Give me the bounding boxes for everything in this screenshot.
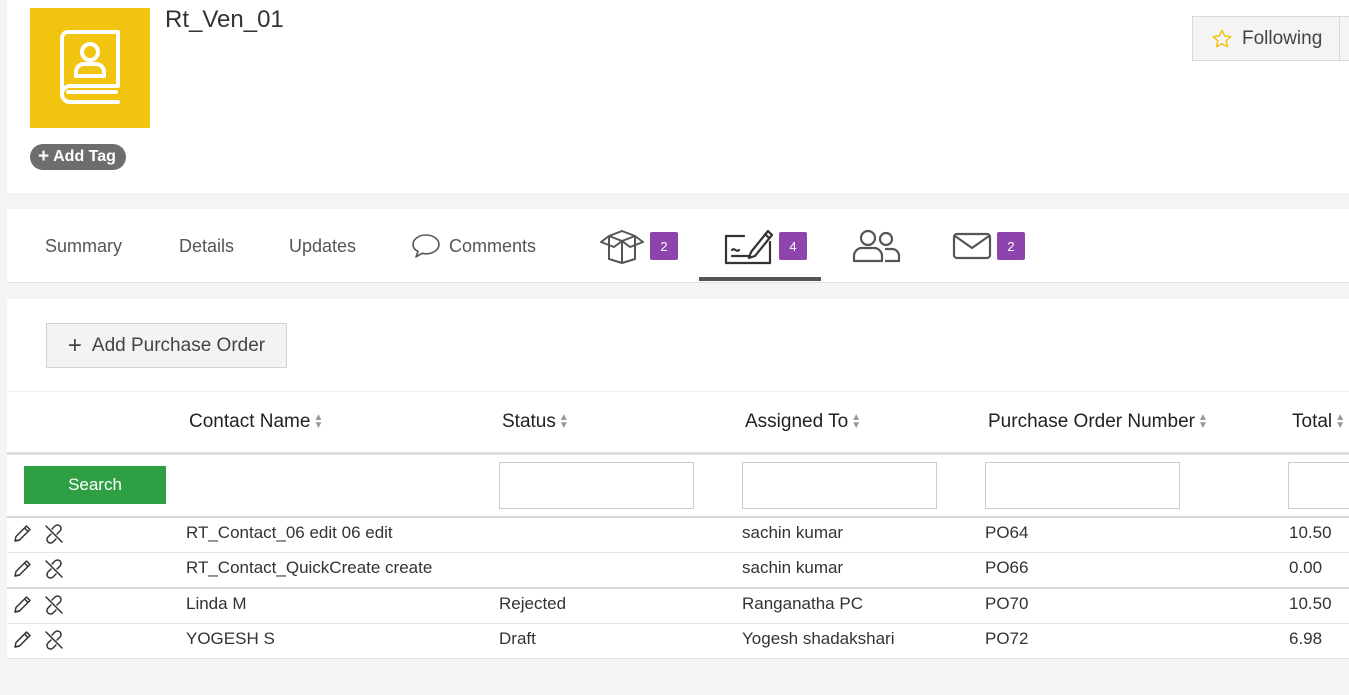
total-cell: 6.98 bbox=[1289, 629, 1323, 648]
po-number-cell: PO72 bbox=[985, 629, 1029, 648]
add-purchase-order-button[interactable]: + Add Purchase Order bbox=[46, 323, 287, 368]
following-button[interactable]: Following bbox=[1192, 16, 1342, 61]
tab-emails[interactable]: 2 bbox=[952, 209, 1025, 283]
sort-icon[interactable]: ▲ ▼ bbox=[558, 413, 570, 431]
tab-contacts[interactable] bbox=[852, 209, 902, 283]
row-divider bbox=[7, 587, 1349, 589]
edit-pencil-icon[interactable] bbox=[11, 629, 33, 651]
open-box-icon bbox=[600, 230, 644, 264]
sort-icon[interactable]: ▲ ▼ bbox=[1334, 413, 1346, 431]
assigned-to-cell: sachin kumar bbox=[742, 523, 844, 542]
more-actions-button[interactable] bbox=[1339, 16, 1349, 61]
related-tabs: Summary Details Updates Comments 2 4 2 bbox=[7, 209, 1349, 283]
column-header-label: Status bbox=[502, 411, 556, 432]
search-button[interactable]: Search bbox=[24, 466, 166, 504]
column-header-label: Purchase Order Number bbox=[988, 411, 1195, 432]
assigned-to-filter-input[interactable] bbox=[742, 462, 937, 509]
tab-comments-label: Comments bbox=[449, 235, 537, 256]
tab-purchase-orders[interactable]: 4 bbox=[724, 209, 807, 283]
sort-icon[interactable]: ▲ ▼ bbox=[1197, 413, 1209, 431]
tab-details[interactable]: Details bbox=[179, 209, 234, 283]
column-header-assigned-to[interactable]: Assigned To ▲ ▼ bbox=[745, 411, 862, 433]
assigned-to-cell: Yogesh shadakshari bbox=[742, 629, 895, 648]
purchase-orders-panel: + Add Purchase Order Contact Name ▲ ▼ Sta… bbox=[7, 299, 1349, 659]
status-filter-input[interactable] bbox=[499, 462, 694, 509]
tab-summary-label: Summary bbox=[45, 235, 123, 256]
plus-icon: + bbox=[67, 331, 82, 359]
comment-bubble-icon bbox=[412, 234, 440, 258]
unlink-icon[interactable] bbox=[43, 629, 65, 651]
column-header-po-number[interactable]: Purchase Order Number ▲ ▼ bbox=[988, 411, 1209, 433]
po-number-filter-input[interactable] bbox=[985, 462, 1180, 509]
assigned-to-cell: Ranganatha PC bbox=[742, 594, 863, 613]
column-header-label: Assigned To bbox=[745, 411, 849, 432]
po-number-cell: PO70 bbox=[985, 594, 1029, 613]
unlink-icon[interactable] bbox=[43, 523, 65, 545]
products-count-badge: 2 bbox=[650, 232, 678, 260]
record-header: Rt_Ven_01 + Add Tag Following bbox=[7, 0, 1349, 193]
contact-book-icon bbox=[30, 8, 150, 128]
contact-name-cell: RT_Contact_QuickCreate create bbox=[186, 558, 433, 577]
column-header-total[interactable]: Total ▲ ▼ bbox=[1292, 411, 1346, 433]
total-cell: 10.50 bbox=[1289, 594, 1332, 613]
po-number-cell: PO66 bbox=[985, 558, 1029, 577]
header-divider bbox=[7, 452, 1349, 455]
add-tag-button[interactable]: + Add Tag bbox=[30, 144, 126, 170]
purchase-orders-count-badge: 4 bbox=[779, 232, 807, 260]
tab-products[interactable]: 2 bbox=[599, 209, 678, 283]
edit-pencil-icon[interactable] bbox=[11, 523, 33, 545]
envelope-icon bbox=[952, 232, 992, 260]
assigned-to-cell: sachin kumar bbox=[742, 558, 844, 577]
star-icon bbox=[1212, 29, 1232, 48]
column-header-contact-name[interactable]: Contact Name ▲ ▼ bbox=[189, 411, 324, 433]
contact-name-cell: RT_Contact_06 edit 06 edit bbox=[186, 523, 393, 542]
row-divider bbox=[7, 623, 1349, 624]
row-divider bbox=[7, 552, 1349, 553]
plus-icon: + bbox=[38, 146, 50, 167]
row-divider bbox=[7, 658, 1349, 659]
tab-summary[interactable]: Summary bbox=[45, 209, 122, 283]
sort-icon[interactable]: ▲ ▼ bbox=[312, 413, 324, 431]
total-filter-input[interactable] bbox=[1288, 462, 1349, 509]
contact-name-cell: YOGESH S bbox=[186, 629, 275, 648]
tab-updates-label: Updates bbox=[289, 235, 357, 256]
contact-name-cell: Linda M bbox=[186, 594, 247, 613]
tab-comments[interactable]: Comments bbox=[411, 209, 536, 283]
following-label: Following bbox=[1242, 27, 1323, 49]
signed-document-icon bbox=[724, 229, 774, 265]
po-number-cell: PO64 bbox=[985, 523, 1029, 542]
tab-details-label: Details bbox=[179, 235, 235, 256]
total-cell: 10.50 bbox=[1289, 523, 1332, 542]
edit-pencil-icon[interactable] bbox=[11, 594, 33, 616]
status-cell: Rejected bbox=[499, 594, 567, 613]
status-cell: Draft bbox=[499, 629, 536, 648]
unlink-icon[interactable] bbox=[43, 594, 65, 616]
column-header-status[interactable]: Status ▲ ▼ bbox=[502, 411, 570, 433]
users-icon bbox=[852, 229, 901, 263]
emails-count-badge: 2 bbox=[997, 232, 1025, 260]
divider bbox=[7, 516, 1349, 518]
tab-updates[interactable]: Updates bbox=[289, 209, 356, 283]
divider bbox=[7, 391, 1349, 392]
column-header-label: Total bbox=[1292, 411, 1333, 432]
sort-icon[interactable]: ▲ ▼ bbox=[850, 413, 862, 431]
unlink-icon[interactable] bbox=[43, 558, 65, 580]
add-purchase-order-label: Add Purchase Order bbox=[91, 334, 266, 356]
column-header-label: Contact Name bbox=[189, 411, 311, 432]
active-tab-indicator bbox=[699, 277, 821, 281]
edit-pencil-icon[interactable] bbox=[11, 558, 33, 580]
total-cell: 0.00 bbox=[1289, 558, 1323, 577]
add-tag-label: Add Tag bbox=[53, 148, 116, 165]
record-title: Rt_Ven_01 bbox=[165, 6, 284, 33]
